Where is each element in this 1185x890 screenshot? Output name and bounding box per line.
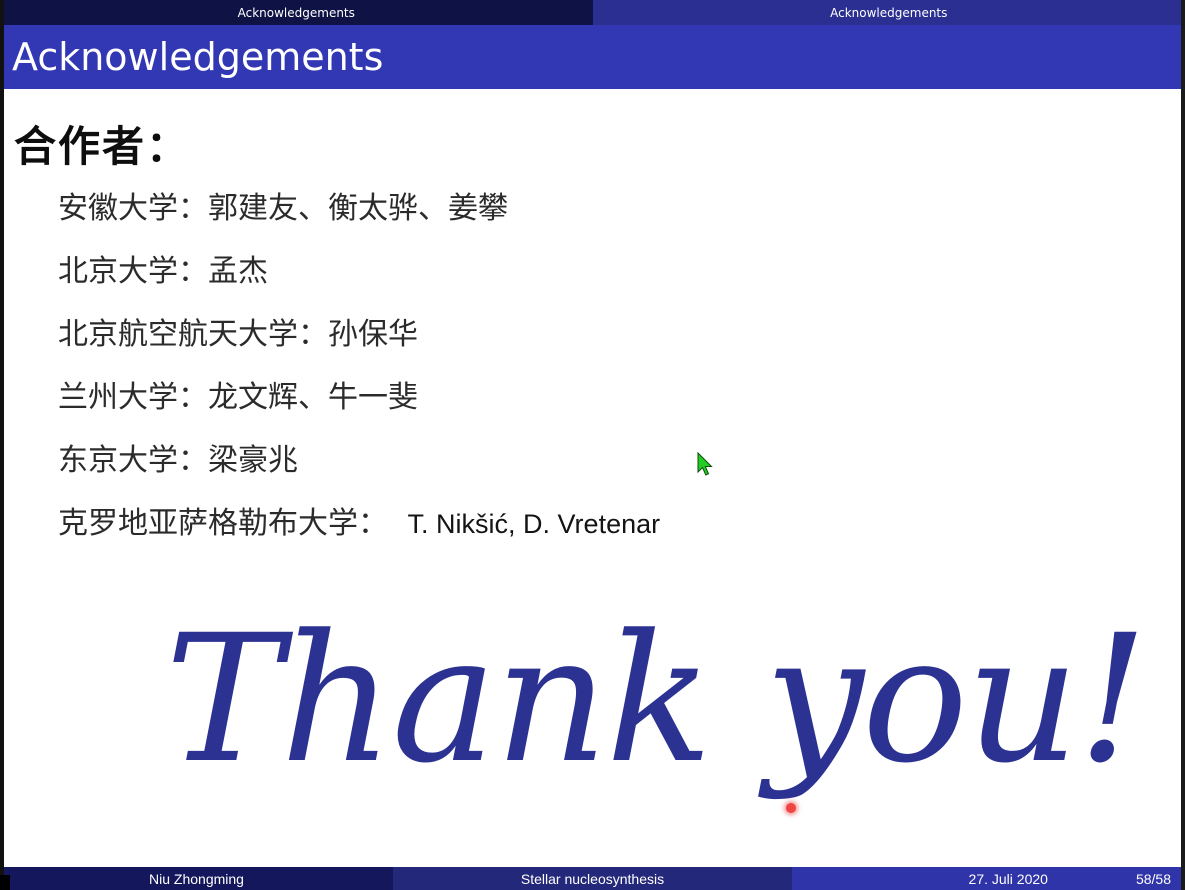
- collaborator-item: 东京大学：梁豪兆: [58, 439, 660, 502]
- footer-date: 27. Juli 2020: [968, 870, 1048, 887]
- window-border-left: [0, 0, 4, 890]
- slide-title: Acknowledgements: [0, 25, 1185, 89]
- collaborator-text: 北京大学：孟杰: [58, 254, 268, 289]
- footer-talk-title: Stellar nucleosynthesis: [393, 867, 792, 890]
- collaborator-text: 北京航空航天大学：孙保华: [58, 317, 418, 352]
- thank-you-text: Thank you!: [165, 597, 1148, 802]
- footer-date-page: 27. Juli 2020 58/58: [792, 867, 1185, 890]
- collaborator-text: 克罗地亚萨格勒布大学：: [58, 506, 388, 541]
- collaborator-text: 安徽大学：郭建友、衡太骅、姜攀: [58, 191, 508, 226]
- section-navigation: Acknowledgements Acknowledgements: [0, 0, 1185, 25]
- collaborators-list: 安徽大学：郭建友、衡太骅、姜攀 北京大学：孟杰 北京航空航天大学：孙保华 兰州大…: [58, 187, 660, 565]
- slide-viewer: Acknowledgements Acknowledgements Acknow…: [0, 0, 1185, 890]
- collaborator-item: 兰州大学：龙文辉、牛一斐: [58, 376, 660, 439]
- collaborators-heading: 合作者：: [14, 122, 191, 171]
- footer-bar: Niu Zhongming Stellar nucleosynthesis 27…: [0, 867, 1185, 890]
- page-number: 58/58: [1135, 870, 1171, 887]
- collaborator-item: 克罗地亚萨格勒布大学： T. Nikšić, D. Vretenar: [58, 502, 660, 565]
- window-border-right: [1181, 0, 1185, 890]
- collaborator-text: 兰州大学：龙文辉、牛一斐: [58, 380, 418, 415]
- collaborator-item: 安徽大学：郭建友、衡太骅、姜攀: [58, 187, 660, 250]
- collaborator-text: 东京大学：梁豪兆: [58, 443, 298, 478]
- collaborator-item: 北京大学：孟杰: [58, 250, 660, 313]
- collaborator-item: 北京航空航天大学：孙保华: [58, 313, 660, 376]
- nav-section-right[interactable]: Acknowledgements: [592, 0, 1185, 25]
- laser-pointer-dot-icon: [786, 803, 796, 813]
- green-arrow-cursor-icon: [697, 452, 713, 476]
- window-corner-marker: [0, 875, 10, 890]
- footer-author: Niu Zhongming: [0, 867, 393, 890]
- collaborator-latin-names: T. Nikšić, D. Vretenar: [407, 509, 661, 539]
- nav-section-left[interactable]: Acknowledgements: [0, 0, 593, 25]
